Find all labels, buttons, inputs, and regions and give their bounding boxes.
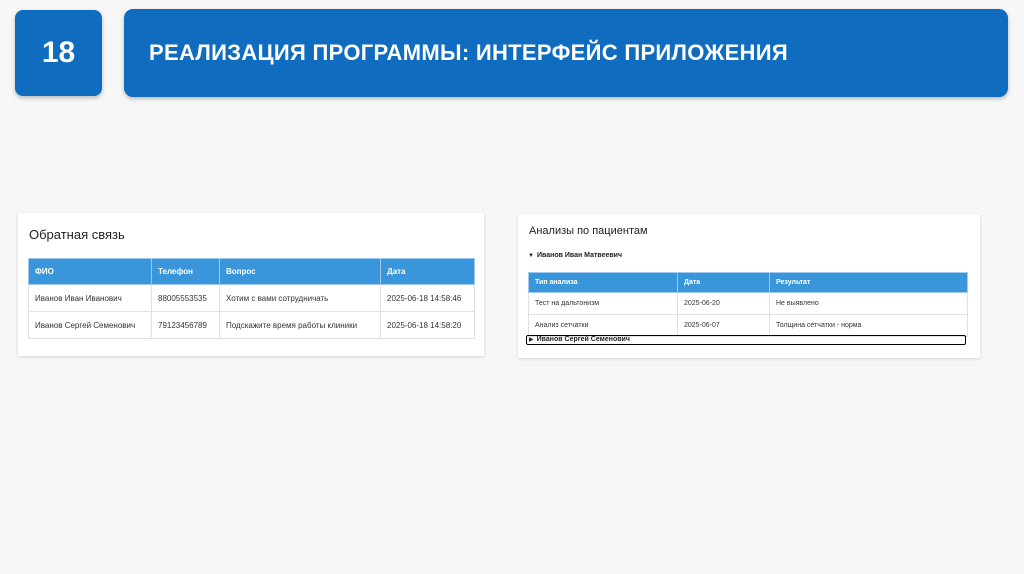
cell-analysis-type: Анализ сетчатки	[528, 314, 678, 337]
feedback-panel: Обратная связь ФИО Телефон Вопрос Дата И…	[18, 213, 484, 356]
table-row[interactable]: Иванов Сергей Семенович 79123456789 Подс…	[28, 311, 475, 339]
column-header-date[interactable]: Дата	[677, 272, 770, 293]
feedback-table: ФИО Телефон Вопрос Дата Иванов Иван Иван…	[28, 258, 475, 339]
cell-date: 2025-06-18 14:58:46	[380, 284, 475, 312]
cell-date: 2025-06-18 14:58:20	[380, 311, 475, 339]
slide-number: 18	[15, 10, 102, 96]
column-header-fio[interactable]: ФИО	[28, 258, 152, 285]
cell-date: 2025-06-07	[677, 314, 770, 337]
column-header-phone[interactable]: Телефон	[151, 258, 220, 285]
analyses-header-row: Тип анализа Дата Результат	[528, 272, 968, 293]
column-header-result[interactable]: Результат	[769, 272, 968, 293]
cell-date: 2025-06-20	[677, 292, 770, 315]
cell-fio: Иванов Иван Иванович	[28, 284, 152, 312]
analyses-heading: Анализы по пациентам	[529, 225, 648, 237]
cell-phone: 79123456789	[151, 311, 220, 339]
patient-name: Иванов Иван Матвеевич	[536, 252, 623, 259]
cell-fio: Иванов Сергей Семенович	[28, 311, 152, 339]
feedback-heading: Обратная связь	[29, 227, 125, 242]
cell-result: Толщина сетчатки - норма	[769, 314, 968, 337]
patient-toggle-expanded[interactable]: ▼ Иванов Иван Матвеевич	[528, 252, 622, 259]
analyses-panel: Анализы по пациентам ▼ Иванов Иван Матвее…	[518, 214, 980, 358]
cell-result: Не выявлено	[769, 292, 968, 315]
cell-analysis-type: Тест на дальтонизм	[528, 292, 678, 315]
slide-title: РЕАЛИЗАЦИЯ ПРОГРАММЫ: ИНТЕРФЕЙС ПРИЛОЖЕН…	[149, 40, 788, 65]
cell-question: Хотим с вами сотрудничать	[219, 284, 381, 312]
column-header-date[interactable]: Дата	[380, 258, 475, 285]
cell-phone: 88005553535	[151, 284, 220, 312]
feedback-header-row: ФИО Телефон Вопрос Дата	[28, 258, 475, 285]
table-row[interactable]: Анализ сетчатки 2025-06-07 Толщина сетча…	[528, 314, 968, 337]
slide-title-bar: РЕАЛИЗАЦИЯ ПРОГРАММЫ: ИНТЕРФЕЙС ПРИЛОЖЕН…	[124, 9, 1008, 97]
triangle-right-icon: ▶	[529, 337, 534, 343]
column-header-question[interactable]: Вопрос	[219, 258, 381, 285]
column-header-analysis-type[interactable]: Тип анализа	[528, 272, 678, 293]
triangle-down-icon: ▼	[528, 253, 534, 259]
analyses-table: Тип анализа Дата Результат Тест на дальт…	[528, 272, 968, 337]
patient-toggle-collapsed[interactable]: ▶ Иванов Сергей Семенович	[526, 335, 966, 345]
table-row[interactable]: Иванов Иван Иванович 88005553535 Хотим с…	[28, 284, 475, 312]
table-row[interactable]: Тест на дальтонизм 2025-06-20 Не выявлен…	[528, 292, 968, 315]
patient-name: Иванов Сергей Семенович	[536, 336, 630, 343]
cell-question: Подскажите время работы клиники	[219, 311, 381, 339]
